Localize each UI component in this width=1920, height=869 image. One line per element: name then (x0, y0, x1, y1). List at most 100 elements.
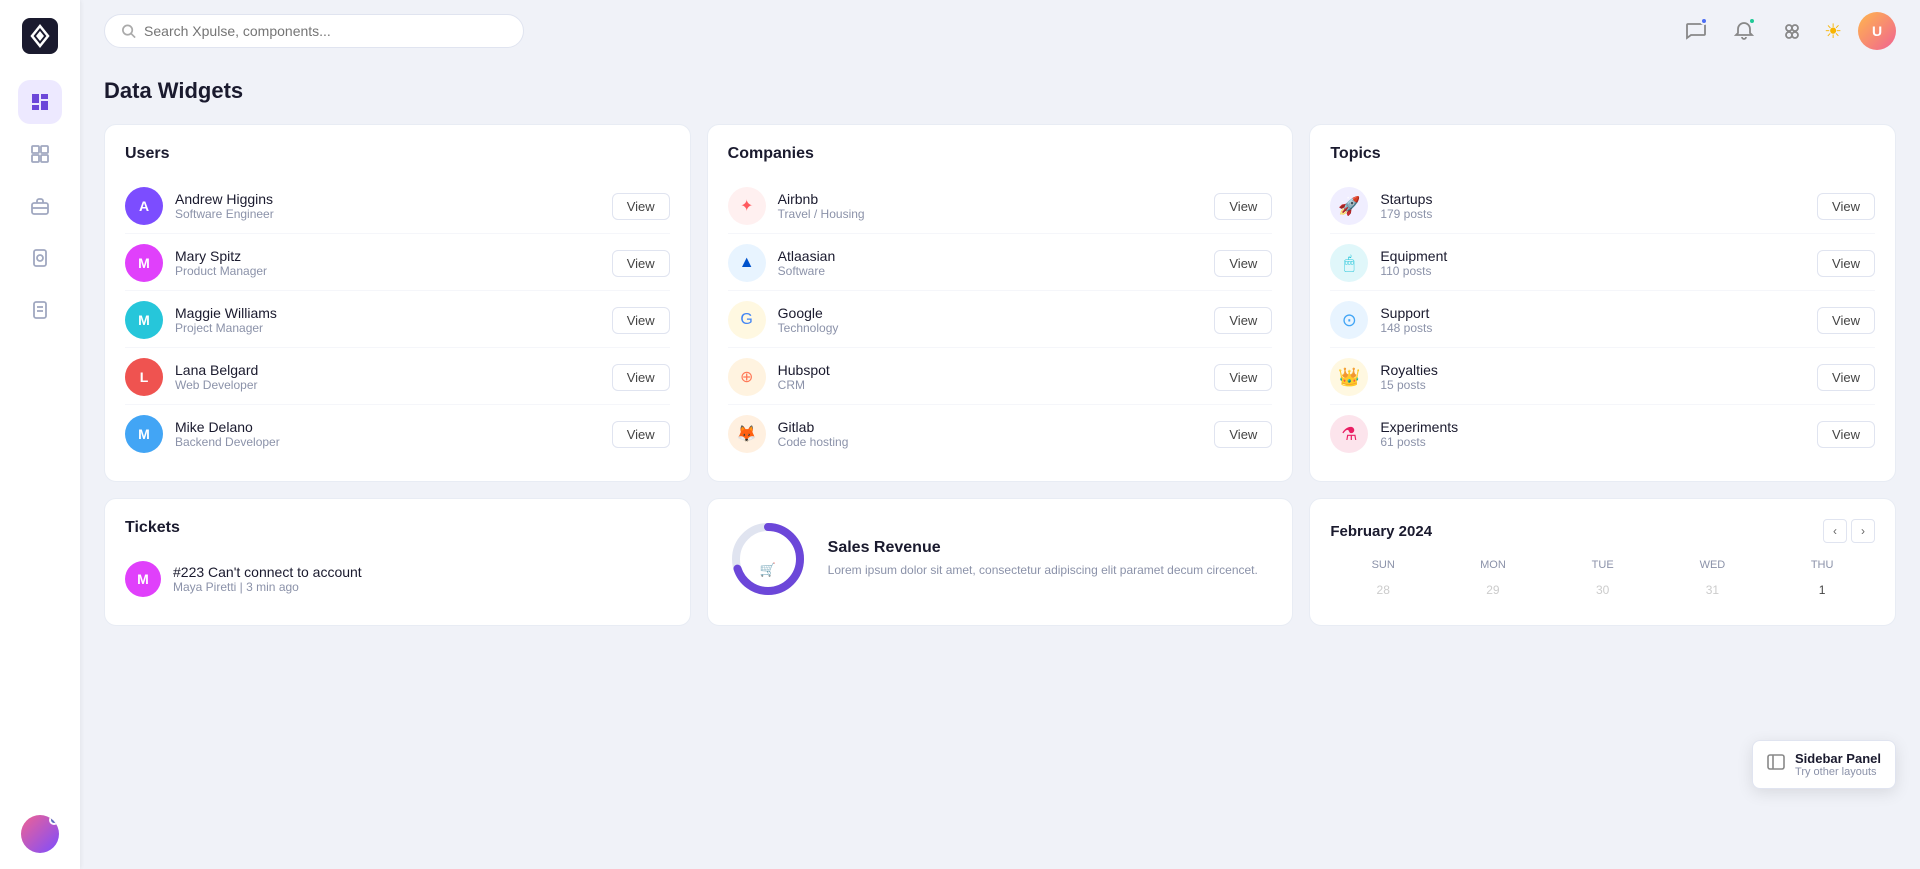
topic-name: Experiments (1380, 419, 1458, 435)
header: ☀ U (80, 0, 1920, 62)
topic-sub: 61 posts (1380, 435, 1458, 449)
calendar-title: February 2024 (1330, 523, 1432, 540)
sales-widget: 🛒 Sales Revenue Lorem ipsum dolor sit am… (707, 498, 1294, 626)
sidebar-panel-icon (1767, 753, 1785, 776)
company-info: ▲ Atlaasian Software (728, 244, 836, 282)
sidebar-item-document[interactable] (18, 236, 62, 280)
svg-text:🛒: 🛒 (760, 562, 776, 577)
user-role: Web Developer (175, 378, 258, 392)
user-row: M Mike Delano Backend Developer View (125, 407, 670, 461)
topics-list: 🚀 Startups 179 posts View 🖱 Equipment 11… (1330, 179, 1875, 461)
user-view-button[interactable]: View (612, 421, 670, 448)
cal-day-header: MON (1440, 555, 1546, 575)
topic-view-button[interactable]: View (1817, 364, 1875, 391)
company-view-button[interactable]: View (1214, 364, 1272, 391)
cal-day-cell[interactable]: 31 (1660, 579, 1766, 601)
company-info: 🦊 Gitlab Code hosting (728, 415, 849, 453)
topic-name: Startups (1380, 191, 1432, 207)
user-info: M Maggie Williams Project Manager (125, 301, 277, 339)
user-view-button[interactable]: View (612, 250, 670, 277)
page-title: Data Widgets (104, 78, 1896, 104)
topic-row: 👑 Royalties 15 posts View (1330, 350, 1875, 405)
user-avatar[interactable]: U (1858, 12, 1896, 50)
notification-badge (1748, 17, 1756, 25)
search-bar[interactable] (104, 14, 524, 48)
main-content: ☀ U Data Widgets Users A Andrew Higgins … (80, 0, 1920, 869)
ticket-meta: Maya Piretti | 3 min ago (173, 580, 362, 594)
widget-grid-top: Users A Andrew Higgins Software Engineer… (104, 124, 1896, 482)
topics-widget: Topics 🚀 Startups 179 posts View 🖱 Equip… (1309, 124, 1896, 482)
topic-view-button[interactable]: View (1817, 307, 1875, 334)
company-view-button[interactable]: View (1214, 421, 1272, 448)
calendar-widget: February 2024 ‹ › SUNMONTUEWEDTHU2829303… (1309, 498, 1896, 626)
search-input[interactable] (144, 23, 507, 39)
company-name: Atlaasian (778, 248, 836, 264)
company-row: G Google Technology View (728, 293, 1273, 348)
calendar-prev-button[interactable]: ‹ (1823, 519, 1847, 543)
cal-day-header: WED (1660, 555, 1766, 575)
company-sub: CRM (778, 378, 830, 392)
cal-day-cell[interactable]: 29 (1440, 579, 1546, 601)
topic-sub: 179 posts (1380, 207, 1432, 221)
topics-widget-title: Topics (1330, 145, 1875, 163)
sidebar-panel-tooltip[interactable]: Sidebar Panel Try other layouts (1752, 740, 1896, 789)
user-info: M Mike Delano Backend Developer (125, 415, 280, 453)
users-widget-title: Users (125, 145, 670, 163)
team-icon-button[interactable] (1776, 15, 1808, 47)
topic-view-button[interactable]: View (1817, 421, 1875, 448)
app-logo[interactable] (20, 16, 60, 56)
company-sub: Technology (778, 321, 839, 335)
company-logo: ⊕ (728, 358, 766, 396)
company-logo: G (728, 301, 766, 339)
company-sub: Software (778, 264, 836, 278)
donut-chart: 🛒 (728, 519, 808, 599)
cal-day-cell[interactable]: 28 (1330, 579, 1436, 601)
topic-name: Support (1380, 305, 1432, 321)
theme-toggle[interactable]: ☀ (1824, 19, 1842, 44)
user-name: Lana Belgard (175, 362, 258, 378)
topic-info: 🚀 Startups 179 posts (1330, 187, 1432, 225)
tickets-widget: Tickets M #223 Can't connect to account … (104, 498, 691, 626)
widget-grid-bottom: Tickets M #223 Can't connect to account … (104, 498, 1896, 626)
users-widget: Users A Andrew Higgins Software Engineer… (104, 124, 691, 482)
sidebar-item-grid[interactable] (18, 132, 62, 176)
ticket-row: M #223 Can't connect to account Maya Pir… (125, 553, 670, 605)
user-name: Andrew Higgins (175, 191, 274, 207)
cal-day-header: TUE (1550, 555, 1656, 575)
cal-day-cell[interactable]: 1 (1769, 579, 1875, 601)
calendar-nav: ‹ › (1823, 519, 1875, 543)
sidebar-user-avatar[interactable] (21, 815, 59, 853)
sales-title: Sales Revenue (828, 539, 1258, 557)
chat-icon-button[interactable] (1680, 15, 1712, 47)
user-name: Maggie Williams (175, 305, 277, 321)
topic-icon: 🚀 (1330, 187, 1368, 225)
company-logo: ▲ (728, 244, 766, 282)
sidebar-item-dashboard[interactable] (18, 80, 62, 124)
topic-view-button[interactable]: View (1817, 250, 1875, 277)
cal-day-header: SUN (1330, 555, 1436, 575)
sidebar (0, 0, 80, 869)
users-list: A Andrew Higgins Software Engineer View … (125, 179, 670, 461)
user-info: A Andrew Higgins Software Engineer (125, 187, 274, 225)
sidebar-panel-label: Sidebar Panel (1795, 751, 1881, 766)
company-view-button[interactable]: View (1214, 250, 1272, 277)
topic-row: ⚗ Experiments 61 posts View (1330, 407, 1875, 461)
notification-icon-button[interactable] (1728, 15, 1760, 47)
calendar-next-button[interactable]: › (1851, 519, 1875, 543)
ticket-title: #223 Can't connect to account (173, 564, 362, 580)
user-view-button[interactable]: View (612, 307, 670, 334)
user-view-button[interactable]: View (612, 364, 670, 391)
user-role: Project Manager (175, 321, 277, 335)
company-logo: 🦊 (728, 415, 766, 453)
company-info: ⊕ Hubspot CRM (728, 358, 830, 396)
topic-icon: 🖱 (1330, 244, 1368, 282)
topic-info: 👑 Royalties 15 posts (1330, 358, 1438, 396)
user-view-button[interactable]: View (612, 193, 670, 220)
company-view-button[interactable]: View (1214, 193, 1272, 220)
sidebar-item-briefcase[interactable] (18, 184, 62, 228)
companies-list: ✦ Airbnb Travel / Housing View ▲ Atlaasi… (728, 179, 1273, 461)
cal-day-cell[interactable]: 30 (1550, 579, 1656, 601)
sidebar-item-clipboard[interactable] (18, 288, 62, 332)
topic-view-button[interactable]: View (1817, 193, 1875, 220)
company-view-button[interactable]: View (1214, 307, 1272, 334)
